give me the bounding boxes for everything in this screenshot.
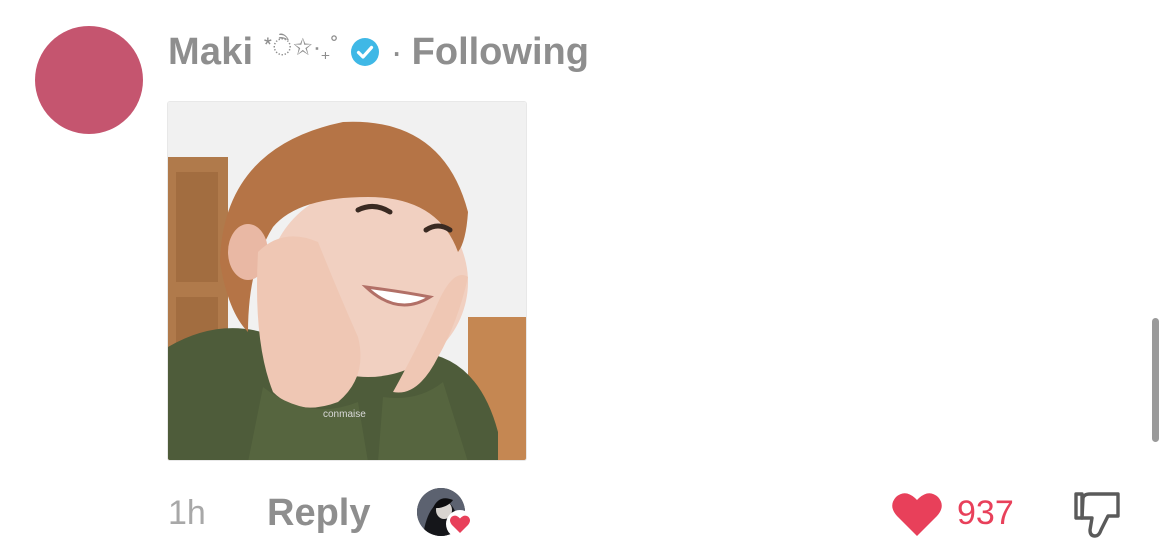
media-watermark: conmaise: [323, 409, 366, 420]
following-status[interactable]: Following: [412, 31, 589, 74]
username-decoration: *ੈ✩‧₊˚: [263, 34, 340, 61]
reply-button[interactable]: Reply: [267, 492, 370, 535]
creator-liked-avatar-icon: [417, 488, 475, 540]
comment-footer: 1h Reply 937: [0, 488, 1170, 542]
like-heart-icon[interactable]: [891, 490, 943, 538]
like-count: 937: [957, 494, 1014, 532]
thumbs-down-icon[interactable]: [1070, 488, 1124, 542]
comment-media-image[interactable]: conmaise: [167, 101, 527, 461]
comment-header: Maki *ੈ✩‧₊˚ · Following: [168, 30, 589, 74]
separator-dot: ·: [390, 31, 403, 72]
commenter-avatar[interactable]: [35, 26, 143, 134]
verified-badge-icon: [350, 37, 380, 67]
timestamp: 1h: [168, 494, 206, 532]
scrollbar[interactable]: [1152, 318, 1159, 442]
username[interactable]: Maki: [168, 31, 253, 74]
